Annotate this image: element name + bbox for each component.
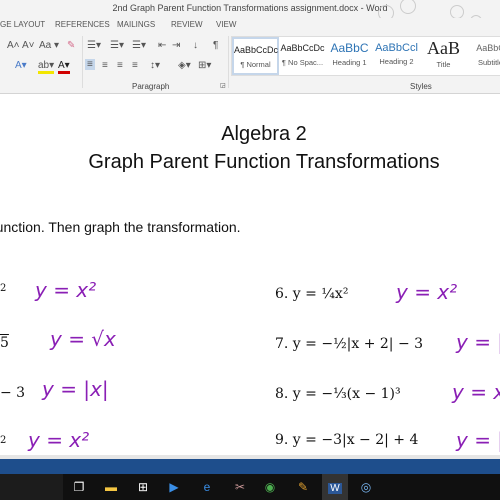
decrease-indent-icon[interactable]: ⇤: [158, 40, 166, 51]
equation-2: 5: [0, 335, 9, 351]
ribbon-tabs: GE LAYOUT REFERENCES MAILINGS REVIEW VIE…: [0, 18, 500, 32]
edge-icon[interactable]: e: [199, 479, 215, 495]
align-right-icon[interactable]: ≡: [117, 60, 123, 71]
styles-group-label: Styles: [410, 82, 432, 91]
sort-icon[interactable]: ↓: [193, 40, 198, 51]
style-name: Subtitle: [477, 58, 500, 67]
search-area[interactable]: [0, 474, 63, 500]
equation-6: 6. y = ¼x²: [275, 286, 349, 302]
increase-indent-icon[interactable]: ⇥: [172, 40, 180, 51]
styles-gallery: AaBbCcDc ¶ Normal AaBbCcDc ¶ No Spac... Aa…: [231, 36, 500, 76]
style-preview: AaBbC: [330, 41, 369, 55]
style-subtitle[interactable]: AaBbC Subtitle: [467, 37, 500, 75]
document-subtitle: Graph Parent Function Transformations: [88, 151, 440, 173]
window-title: 2nd Graph Parent Function Transformation…: [112, 3, 388, 13]
justify-icon[interactable]: ≡: [132, 60, 138, 71]
divider: [228, 36, 229, 88]
highlight-icon[interactable]: ab▾: [38, 60, 55, 74]
cortana-icon[interactable]: ◎: [358, 479, 374, 495]
handwritten-parent-3: y = |x|: [42, 377, 109, 401]
shrink-font-button[interactable]: A˅: [22, 40, 35, 51]
handwritten-parent-8: y = x³: [452, 380, 500, 404]
tab-references[interactable]: REFERENCES: [55, 20, 110, 29]
word-icon[interactable]: W: [322, 474, 348, 500]
document-title: Algebra 2: [221, 123, 307, 145]
pilcrow-icon[interactable]: ¶: [213, 40, 218, 51]
shading-icon[interactable]: ◈▾: [178, 60, 191, 71]
style-name: Heading 1: [332, 58, 367, 67]
align-left-icon[interactable]: ≡: [85, 59, 95, 70]
align-center-icon[interactable]: ≡: [102, 60, 108, 71]
bullets-icon[interactable]: ☰▾: [87, 40, 101, 51]
line-spacing-icon[interactable]: ↕▾: [150, 60, 160, 71]
title-bar: 2nd Graph Parent Function Transformation…: [0, 0, 500, 27]
clear-formatting-icon[interactable]: ✎: [67, 40, 75, 51]
equation-3: − 3: [0, 385, 26, 401]
handwritten-parent-4: y = x²: [28, 428, 90, 452]
paragraph-dialog-launcher[interactable]: ◲: [220, 82, 226, 89]
style-no-spacing[interactable]: AaBbCcDc ¶ No Spac...: [279, 37, 326, 75]
task-view-icon[interactable]: ❐: [71, 479, 87, 495]
multilevel-list-icon[interactable]: ☰▾: [132, 40, 146, 51]
equation-8: 8. y = −⅓(x − 1)³: [275, 386, 401, 402]
style-name: ¶ Normal: [240, 60, 271, 69]
paragraph-group-label: Paragraph: [132, 82, 170, 91]
store-icon[interactable]: ⊞: [135, 479, 151, 495]
handwritten-parent-2: y = √x: [50, 327, 116, 351]
style-name: ¶ No Spac...: [281, 58, 324, 67]
snipping-tool-icon[interactable]: ✂: [232, 479, 248, 495]
change-case-button[interactable]: Aa ▾: [39, 40, 59, 51]
ribbon: A˄ A˅ Aa ▾ ✎ A▾ ab▾ A▾ ☰▾ ☰▾ ☰▾ ⇤ ⇥ ↓ ¶ …: [0, 32, 500, 94]
style-preview: AaBbCcDc: [280, 43, 325, 53]
handwritten-parent-6: y = x²: [396, 280, 458, 304]
file-explorer-icon[interactable]: ▬: [103, 479, 119, 495]
tab-view[interactable]: VIEW: [216, 20, 236, 29]
handwritten-parent-1: y = x²: [35, 278, 97, 302]
handwritten-parent-9: y = |x: [456, 428, 500, 452]
equation-4: 2: [0, 435, 7, 446]
word-logo: W: [328, 483, 342, 494]
style-heading-2[interactable]: AaBbCcl Heading 2: [373, 37, 420, 75]
style-name: Title: [436, 60, 451, 69]
decor-circle: [450, 5, 464, 19]
status-bar: [0, 459, 500, 474]
text-effects-icon[interactable]: A▾: [15, 60, 27, 71]
style-preview: AaBbCcDc: [234, 45, 279, 55]
style-name: Heading 2: [379, 57, 414, 66]
tab-review[interactable]: REVIEW: [171, 20, 203, 29]
equation-7: 7. y = −½|x + 2| − 3: [275, 336, 424, 352]
media-player-icon[interactable]: ▶: [166, 479, 182, 495]
decor-circle: [400, 0, 416, 14]
handwritten-parent-7: y = |x: [456, 330, 500, 354]
style-preview: AaB: [427, 38, 460, 58]
style-title[interactable]: AaB Title: [420, 37, 467, 75]
style-normal[interactable]: AaBbCcDc ¶ Normal: [232, 37, 279, 75]
numbering-icon[interactable]: ☰▾: [110, 40, 124, 51]
borders-icon[interactable]: ⊞▾: [198, 60, 211, 71]
taskbar: ❐ ▬ ⊞ ▶ e ✂ ◉ ✎ W ◎: [0, 474, 500, 500]
style-preview: AaBbCcl: [375, 42, 418, 54]
equation-9: 9. y = −3|x − 2| + 4: [275, 432, 419, 448]
chrome-icon[interactable]: ◉: [262, 479, 278, 495]
tab-page-layout[interactable]: GE LAYOUT: [0, 20, 45, 29]
paint-icon[interactable]: ✎: [295, 479, 311, 495]
equation-1: 2: [0, 283, 7, 294]
style-preview: AaBbC: [476, 43, 500, 53]
instructions: t function. Then graph the transformatio…: [0, 219, 241, 235]
tab-mailings[interactable]: MAILINGS: [117, 20, 155, 29]
font-color-icon[interactable]: A▾: [58, 60, 70, 74]
grow-font-button[interactable]: A˄: [7, 40, 20, 51]
divider: [82, 36, 83, 88]
document-page[interactable]: Algebra 2 Graph Parent Function Transfor…: [0, 95, 500, 455]
style-heading-1[interactable]: AaBbC Heading 1: [326, 37, 373, 75]
